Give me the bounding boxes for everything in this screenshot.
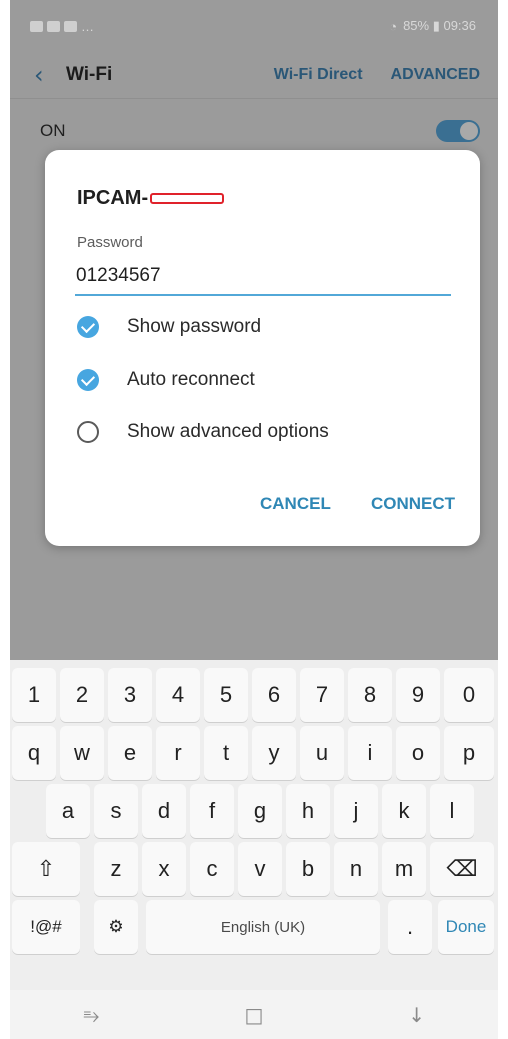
cancel-button[interactable]: CANCEL bbox=[260, 494, 331, 514]
wifi-signal-icon: ◔ bbox=[389, 18, 398, 34]
key-6[interactable]: 6 bbox=[252, 668, 296, 722]
recent-apps-icon[interactable]: ⥱ bbox=[61, 1003, 121, 1027]
wifi-toggle-switch[interactable] bbox=[436, 119, 480, 142]
screen: … ◔ 85% ▮ 09:36 ‹ Wi-Fi Wi-Fi Direct ADV… bbox=[0, 0, 508, 1039]
show-password-option[interactable]: Show password bbox=[77, 316, 261, 338]
navigation-bar: ⥱ □ ↓ bbox=[10, 990, 498, 1039]
backspace-key-icon[interactable]: ⌫ bbox=[430, 842, 494, 896]
key-l[interactable]: l bbox=[430, 784, 474, 838]
battery-time: 85% ▮ 09:36 bbox=[403, 18, 476, 33]
app-bar: ‹ Wi-Fi Wi-Fi Direct ADVANCED bbox=[10, 52, 498, 98]
key-k[interactable]: k bbox=[382, 784, 426, 838]
redaction-mark bbox=[150, 193, 225, 204]
key-1[interactable]: 1 bbox=[12, 668, 56, 722]
key-0[interactable]: 0 bbox=[444, 668, 494, 722]
network-ssid: IPCAM- bbox=[77, 187, 225, 210]
gallery-icon bbox=[30, 20, 43, 32]
key-x[interactable]: x bbox=[142, 842, 186, 896]
show-advanced-options-option[interactable]: Show advanced options bbox=[77, 421, 329, 443]
connect-button[interactable]: CONNECT bbox=[371, 494, 455, 514]
key-j[interactable]: j bbox=[334, 784, 378, 838]
status-right: ◔ 85% ▮ 09:36 bbox=[389, 18, 476, 34]
key-y[interactable]: y bbox=[252, 726, 296, 780]
home-icon[interactable]: □ bbox=[224, 1003, 284, 1027]
checked-checkbox-icon[interactable] bbox=[77, 316, 99, 338]
ssid-text: IPCAM- bbox=[77, 187, 149, 209]
page-title: Wi-Fi bbox=[66, 64, 113, 85]
key-w[interactable]: w bbox=[60, 726, 104, 780]
key-9[interactable]: 9 bbox=[396, 668, 440, 722]
key-5[interactable]: 5 bbox=[204, 668, 248, 722]
key-n[interactable]: n bbox=[334, 842, 378, 896]
period-key[interactable]: . bbox=[388, 900, 432, 954]
key-d[interactable]: d bbox=[142, 784, 186, 838]
back-arrow-icon[interactable]: ‹ bbox=[34, 61, 66, 89]
wifi-direct-button[interactable]: Wi-Fi Direct bbox=[274, 66, 363, 84]
key-i[interactable]: i bbox=[348, 726, 392, 780]
key-b[interactable]: b bbox=[286, 842, 330, 896]
key-a[interactable]: a bbox=[46, 784, 90, 838]
checked-checkbox-icon[interactable] bbox=[77, 369, 99, 391]
key-8[interactable]: 8 bbox=[348, 668, 392, 722]
key-q[interactable]: q bbox=[12, 726, 56, 780]
auto-reconnect-option[interactable]: Auto reconnect bbox=[77, 369, 255, 391]
password-label: Password bbox=[77, 234, 143, 251]
done-key[interactable]: Done bbox=[438, 900, 494, 954]
key-h[interactable]: h bbox=[286, 784, 330, 838]
key-c[interactable]: c bbox=[190, 842, 234, 896]
notification-icons: … bbox=[30, 19, 94, 34]
key-z[interactable]: z bbox=[94, 842, 138, 896]
keyboard-number-row: 1 2 3 4 5 6 7 8 9 0 bbox=[10, 668, 498, 724]
wifi-toggle-label: ON bbox=[40, 120, 66, 140]
shift-key-icon[interactable]: ⇧ bbox=[12, 842, 80, 896]
show-password-label: Show password bbox=[127, 316, 262, 337]
key-2[interactable]: 2 bbox=[60, 668, 104, 722]
keyboard-settings-icon[interactable]: ⚙ bbox=[94, 900, 138, 954]
key-7[interactable]: 7 bbox=[300, 668, 344, 722]
show-advanced-options-label: Show advanced options bbox=[127, 421, 329, 442]
advanced-button[interactable]: ADVANCED bbox=[391, 66, 480, 84]
key-o[interactable]: o bbox=[396, 726, 440, 780]
key-m[interactable]: m bbox=[382, 842, 426, 896]
keyboard-bottom-row: !@# ⚙ English (UK) . Done bbox=[10, 900, 498, 956]
key-p[interactable]: p bbox=[444, 726, 494, 780]
image-icon bbox=[47, 20, 60, 32]
key-3[interactable]: 3 bbox=[108, 668, 152, 722]
key-g[interactable]: g bbox=[238, 784, 282, 838]
key-f[interactable]: f bbox=[190, 784, 234, 838]
password-input[interactable] bbox=[75, 258, 451, 296]
unchecked-checkbox-icon[interactable] bbox=[77, 421, 99, 443]
more-notifications-icon: … bbox=[81, 18, 94, 34]
key-v[interactable]: v bbox=[238, 842, 282, 896]
key-e[interactable]: e bbox=[108, 726, 152, 780]
key-4[interactable]: 4 bbox=[156, 668, 200, 722]
auto-reconnect-label: Auto reconnect bbox=[127, 369, 255, 390]
key-r[interactable]: r bbox=[156, 726, 200, 780]
hide-keyboard-icon[interactable]: ↓ bbox=[387, 1003, 447, 1027]
keyboard-row-qwerty: q w e r t y u i o p bbox=[10, 726, 498, 782]
wifi-connect-dialog: IPCAM- Password Show password Auto recon… bbox=[45, 150, 480, 546]
status-bar: … ◔ 85% ▮ 09:36 bbox=[10, 0, 498, 52]
symbols-key[interactable]: !@# bbox=[12, 900, 80, 954]
keyboard-row-zxcv: ⇧ z x c v b n m ⌫ bbox=[10, 842, 498, 898]
facebook-icon bbox=[64, 20, 77, 32]
key-t[interactable]: t bbox=[204, 726, 248, 780]
key-s[interactable]: s bbox=[94, 784, 138, 838]
keyboard-row-asdf: a s d f g h j k l bbox=[10, 784, 498, 840]
key-u[interactable]: u bbox=[300, 726, 344, 780]
keyboard: 1 2 3 4 5 6 7 8 9 0 q w e r t y u i o p … bbox=[10, 660, 498, 990]
space-key[interactable]: English (UK) bbox=[146, 900, 380, 954]
